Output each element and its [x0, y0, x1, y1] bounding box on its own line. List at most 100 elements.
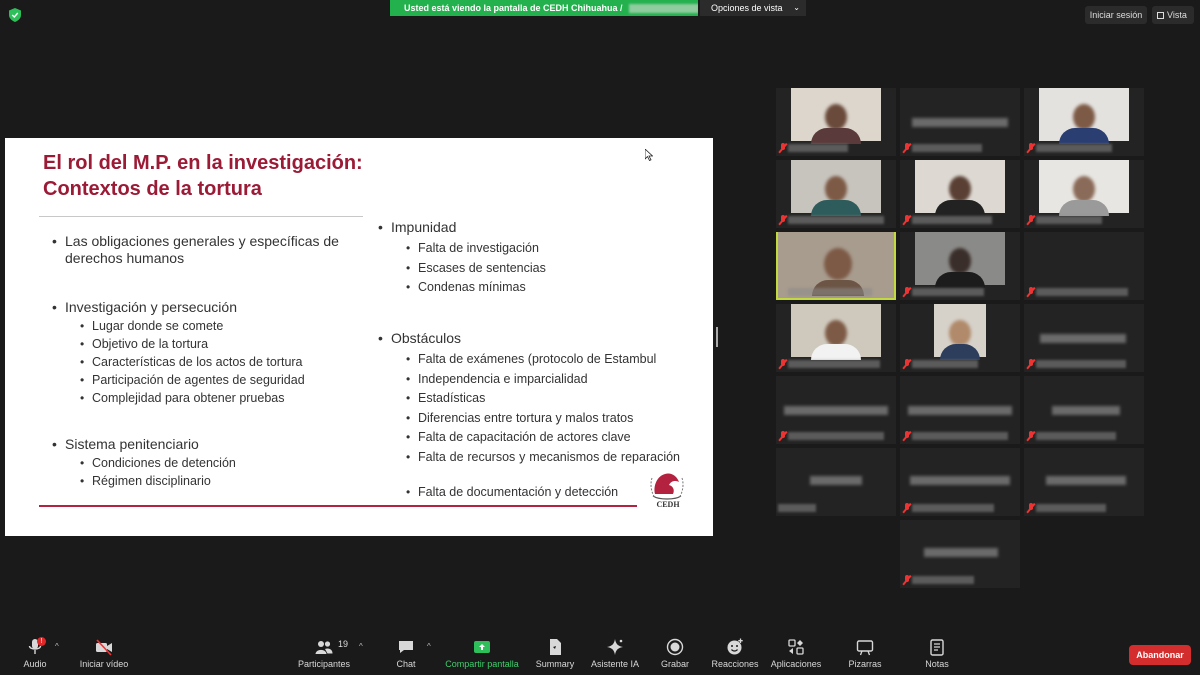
sub-bullet: Diferencias entre tortura y malos tratos [406, 411, 633, 426]
share-screen-button[interactable]: Compartir pantalla [444, 638, 520, 669]
muted-mic-icon [1027, 215, 1035, 225]
chat-label: Chat [396, 659, 416, 669]
participant-tile[interactable] [1024, 88, 1144, 156]
participant-tile[interactable] [776, 448, 896, 516]
muted-mic-icon [1027, 431, 1035, 441]
sub-bullet: Falta de investigación [406, 241, 539, 256]
sign-in-button[interactable]: Iniciar sesión [1085, 6, 1147, 24]
security-shield-icon[interactable] [9, 8, 21, 22]
bullet-obligations: Las obligaciones generales y específicas… [52, 233, 365, 267]
audio-options-caret-icon[interactable]: ^ [55, 642, 59, 651]
sub-bullet: Participación de agentes de seguridad [80, 373, 305, 388]
audio-label: Audio [23, 659, 47, 669]
sub-bullet: Objetivo de la tortura [80, 337, 208, 352]
apps-icon [788, 639, 804, 655]
participant-tile[interactable] [776, 376, 896, 444]
muted-mic-icon [779, 431, 787, 441]
participant-tile[interactable] [776, 160, 896, 228]
muted-mic-icon [1027, 287, 1035, 297]
participant-tile[interactable] [900, 376, 1020, 444]
sub-bullet: Lugar donde se comete [80, 319, 223, 334]
ai-sparkle-icon [607, 639, 623, 655]
muted-mic-icon [1027, 143, 1035, 153]
participants-count: 19 [338, 639, 349, 649]
whiteboard-icon [856, 640, 874, 656]
chat-options-caret-icon[interactable]: ^ [427, 642, 431, 651]
shared-screen-slide: El rol del M.P. en la investigación: Con… [5, 138, 713, 536]
participants-icon [315, 641, 333, 654]
leave-meeting-button[interactable]: Abandonar [1129, 645, 1191, 665]
ai-assistant-label: Asistente IA [590, 659, 640, 669]
participant-tile[interactable] [1024, 232, 1144, 300]
summary-document-icon [550, 639, 561, 655]
audio-button[interactable]: ! Audio [18, 637, 52, 669]
summary-button[interactable]: Summary [534, 638, 576, 669]
reactions-button[interactable]: Reacciones [710, 638, 760, 669]
sub-bullet: Condiciones de detención [80, 456, 236, 471]
record-icon [666, 638, 684, 656]
participant-tile[interactable] [900, 304, 1020, 372]
participant-tile[interactable] [1024, 304, 1144, 372]
notes-icon [930, 639, 944, 656]
apps-button[interactable]: Aplicaciones [768, 638, 824, 669]
muted-mic-icon [903, 431, 911, 441]
share-banner-text: Usted está viendo la pantalla de CEDH Ch… [404, 3, 623, 13]
muted-mic-icon [1027, 359, 1035, 369]
participant-tile[interactable] [1024, 376, 1144, 444]
participants-button[interactable]: 19 Participantes [296, 638, 352, 669]
participant-tile[interactable] [900, 448, 1020, 516]
bullet-impunity: Impunidad [378, 219, 456, 236]
meeting-toolbar: ! Audio ^ Iniciar vídeo 19 Participantes… [0, 630, 1200, 675]
bullet-penitentiary: Sistema penitenciario [52, 436, 199, 453]
sub-bullet: Falta de exámenes (protocolo de Estambul [406, 352, 656, 367]
participant-tile[interactable] [776, 304, 896, 372]
smiley-icon [727, 638, 743, 655]
active-speaker-tile[interactable] [776, 232, 896, 300]
participant-tile[interactable] [1024, 448, 1144, 516]
mouse-cursor-icon [645, 149, 653, 161]
participants-options-caret-icon[interactable]: ^ [359, 642, 363, 651]
share-screen-label: Compartir pantalla [445, 659, 519, 669]
title-divider [39, 216, 363, 217]
chat-button[interactable]: Chat [392, 638, 420, 669]
start-video-button[interactable]: Iniciar vídeo [78, 638, 130, 669]
sub-bullet: Características de los actos de tortura [80, 355, 302, 370]
sub-bullet: Falta de recursos y mecanismos de repara… [406, 450, 680, 465]
sub-bullet: Independencia e imparcialidad [406, 372, 588, 387]
sub-bullet-text: Falta de recursos y mecanismos de repara… [418, 450, 680, 464]
muted-mic-icon [903, 575, 911, 585]
slide-title-line-2: Contextos de la tortura [43, 178, 262, 200]
video-off-icon [96, 639, 112, 656]
whiteboards-button[interactable]: Pizarras [845, 638, 885, 669]
participant-tile[interactable] [900, 232, 1020, 300]
sub-bullet: Falta de documentación y detección [406, 485, 618, 500]
slide-title-line-1: El rol del M.P. en la investigación: [43, 152, 363, 174]
top-bar: Usted está viendo la pantalla de CEDH Ch… [0, 0, 1200, 30]
chat-bubble-icon [399, 641, 413, 653]
participant-tile[interactable] [1024, 160, 1144, 228]
splitter-handle[interactable] [716, 327, 718, 347]
muted-mic-icon [903, 215, 911, 225]
muted-mic-icon [779, 143, 787, 153]
muted-mic-icon [903, 503, 911, 513]
view-button[interactable]: Vista [1152, 6, 1194, 24]
participant-tile[interactable] [776, 88, 896, 156]
participant-tile[interactable] [900, 520, 1020, 588]
screen-share-banner: Usted está viendo la pantalla de CEDH Ch… [390, 0, 698, 16]
reactions-label: Reacciones [711, 659, 759, 669]
bullet-investigation: Investigación y persecución [52, 299, 237, 316]
muted-mic-icon [779, 215, 787, 225]
view-options-dropdown[interactable]: Opciones de vista ⌄ [700, 0, 806, 16]
slide-bottom-rule [39, 505, 637, 507]
participant-tile[interactable] [900, 160, 1020, 228]
grid-view-icon [1157, 12, 1164, 19]
notes-button[interactable]: Notas [922, 638, 952, 669]
sub-bullet: Estadísticas [406, 391, 485, 406]
audio-warning-badge: ! [37, 637, 46, 646]
slide-title: El rol del M.P. en la investigación: Con… [43, 150, 363, 202]
participant-tile[interactable] [900, 88, 1020, 156]
sub-bullet: Condenas mínimas [406, 280, 526, 295]
chevron-down-icon: ⌄ [793, 3, 800, 12]
record-button[interactable]: Grabar [659, 638, 691, 669]
ai-assistant-button[interactable]: Asistente IA [589, 638, 641, 669]
